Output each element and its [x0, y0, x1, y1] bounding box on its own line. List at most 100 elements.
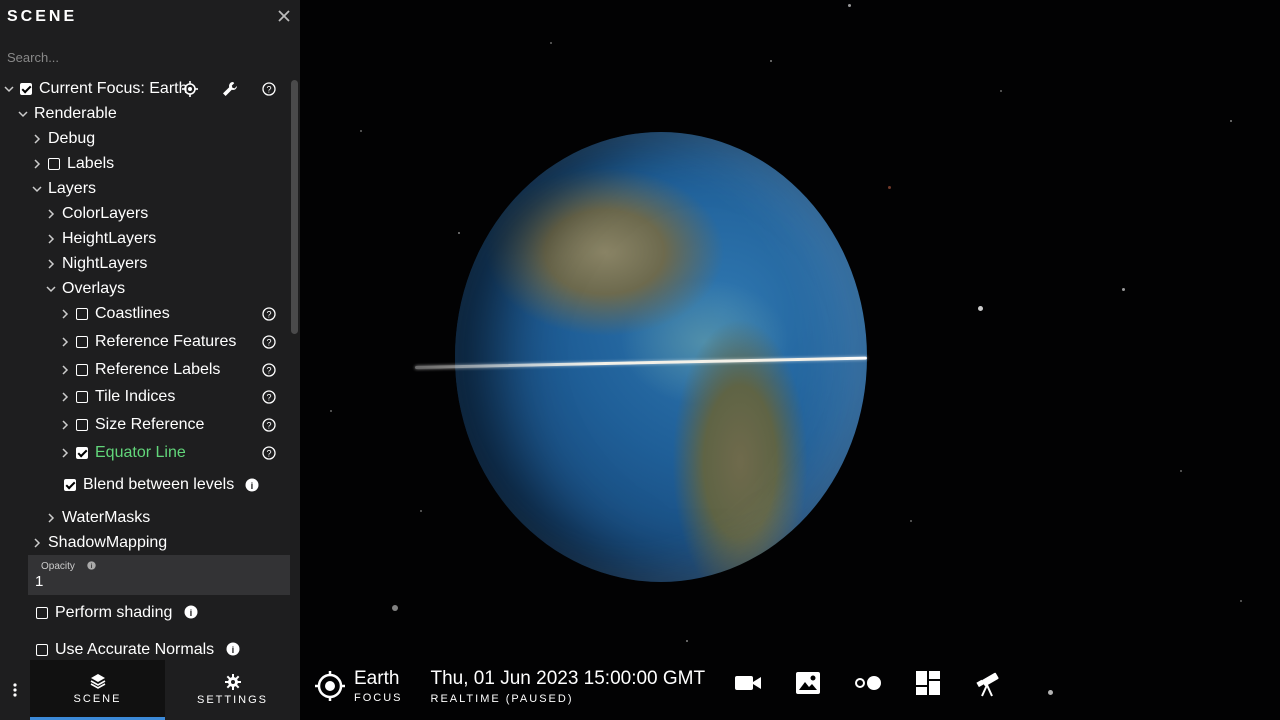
chevron-right-icon[interactable] [46, 209, 56, 219]
chevron-down-icon[interactable] [32, 184, 42, 194]
chevron-right-icon[interactable] [60, 309, 70, 319]
time-display[interactable]: Thu, 01 Jun 2023 15:00:00 GMT REALTIME (… [431, 668, 706, 705]
coastlines-checkbox[interactable] [76, 308, 88, 320]
tree-item-current-focus[interactable]: Current Focus: Earth [4, 77, 188, 101]
wrench-icon[interactable] [222, 81, 238, 97]
tab-scene[interactable]: SCENE [30, 660, 165, 720]
tree-item-water-masks[interactable]: WaterMasks [46, 506, 150, 530]
chevron-down-icon[interactable] [18, 109, 28, 119]
blend-checkbox[interactable] [64, 479, 76, 491]
camera-button[interactable] [731, 666, 765, 700]
layers-icon [90, 673, 105, 689]
chevron-right-icon[interactable] [32, 134, 42, 144]
tree-item-color-layers[interactable]: ColorLayers [46, 202, 148, 226]
chevron-right-icon[interactable] [46, 259, 56, 269]
space-viewport[interactable]: Earth FOCUS Thu, 01 Jun 2023 15:00:00 GM… [300, 0, 1280, 720]
star [1180, 470, 1182, 472]
sky-browser-button[interactable] [971, 666, 1005, 700]
image-icon [796, 672, 820, 694]
tree-item-layers[interactable]: Layers [32, 177, 96, 201]
svg-text:?: ? [266, 338, 271, 348]
help-icon[interactable]: ? [262, 335, 276, 349]
tree-item-coastlines[interactable]: Coastlines [60, 302, 170, 326]
chevron-right-icon[interactable] [46, 234, 56, 244]
star [770, 60, 772, 62]
panels-button[interactable] [911, 666, 945, 700]
info-icon[interactable]: i [226, 642, 240, 656]
tree-item-night-layers[interactable]: NightLayers [46, 252, 147, 276]
chevron-right-icon[interactable] [60, 392, 70, 402]
exoplanets-button[interactable] [851, 666, 885, 700]
setting-label: Use Accurate Normals [55, 641, 215, 658]
tree-item-reference-features[interactable]: Reference Features [60, 330, 236, 354]
search-input[interactable] [7, 48, 277, 66]
chevron-down-icon[interactable] [46, 284, 56, 294]
info-icon[interactable]: i [184, 605, 198, 619]
help-icon[interactable]: ? [262, 307, 276, 321]
tree-label: Reference Labels [95, 361, 221, 378]
opacity-input[interactable] [35, 573, 235, 590]
opacity-label: Opacity [41, 561, 75, 572]
opacity-field[interactable]: Opacity i [28, 555, 290, 595]
sidebar-scrollbar-thumb[interactable] [291, 80, 298, 334]
accurate-normals-checkbox[interactable] [36, 644, 48, 656]
chevron-right-icon[interactable] [60, 448, 70, 458]
app-root: Earth FOCUS Thu, 01 Jun 2023 15:00:00 GM… [0, 0, 1280, 720]
tree-item-debug[interactable]: Debug [32, 127, 95, 151]
more-vertical-icon[interactable] [8, 680, 22, 700]
tree-item-renderable[interactable]: Renderable [18, 102, 117, 126]
star [910, 520, 912, 522]
star [686, 640, 688, 642]
tree-item-height-layers[interactable]: HeightLayers [46, 227, 156, 251]
svg-text:i: i [251, 481, 254, 492]
labels-checkbox[interactable] [48, 158, 60, 170]
tree-item-reference-labels[interactable]: Reference Labels [60, 358, 220, 382]
chevron-right-icon[interactable] [32, 538, 42, 548]
svg-text:?: ? [266, 85, 271, 95]
chevron-right-icon[interactable] [60, 365, 70, 375]
svg-text:?: ? [266, 366, 271, 376]
chevron-right-icon[interactable] [46, 513, 56, 523]
help-icon[interactable]: ? [262, 446, 276, 460]
chevron-right-icon[interactable] [32, 159, 42, 169]
tree-item-size-reference[interactable]: Size Reference [60, 413, 204, 437]
focus-selector[interactable]: Earth FOCUS [314, 668, 403, 704]
focus-target-icon[interactable] [182, 81, 198, 97]
use-accurate-normals-toggle[interactable]: Use Accurate Normals [36, 638, 214, 660]
screenshot-button[interactable] [791, 666, 825, 700]
close-icon[interactable] [276, 8, 292, 24]
help-icon[interactable]: ? [262, 390, 276, 404]
blend-between-levels-toggle[interactable]: Blend between levels [64, 473, 234, 497]
focus-name: Earth [354, 668, 400, 689]
star [1240, 600, 1242, 602]
star [1000, 90, 1002, 92]
tree-item-shadow-mapping[interactable]: ShadowMapping [32, 531, 167, 555]
tree-label: Equator Line [95, 444, 186, 461]
help-icon[interactable]: ? [262, 363, 276, 377]
help-icon[interactable]: ? [262, 418, 276, 432]
tile-indices-checkbox[interactable] [76, 391, 88, 403]
chevron-down-icon[interactable] [4, 84, 14, 94]
tree-item-overlays[interactable]: Overlays [46, 277, 125, 301]
perform-shading-toggle[interactable]: Perform shading [36, 601, 172, 625]
current-focus-checkbox[interactable] [20, 83, 32, 95]
star [1122, 288, 1125, 291]
perform-shading-checkbox[interactable] [36, 607, 48, 619]
reference-labels-checkbox[interactable] [76, 364, 88, 376]
chevron-right-icon[interactable] [60, 337, 70, 347]
size-reference-checkbox[interactable] [76, 419, 88, 431]
chevron-right-icon[interactable] [60, 420, 70, 430]
tab-settings[interactable]: SETTINGS [165, 660, 300, 720]
tree-item-equator-line[interactable]: Equator Line [60, 441, 186, 465]
info-icon[interactable]: i [87, 561, 96, 570]
svg-text:?: ? [266, 449, 271, 459]
tree-item-labels[interactable]: Labels [32, 152, 114, 176]
equator-line-checkbox[interactable] [76, 447, 88, 459]
help-icon[interactable]: ? [262, 82, 276, 96]
info-icon[interactable]: i [245, 478, 259, 492]
setting-label: Perform shading [55, 604, 173, 621]
tree-item-tile-indices[interactable]: Tile Indices [60, 385, 175, 409]
tree-label: HeightLayers [62, 230, 157, 247]
reference-features-checkbox[interactable] [76, 336, 88, 348]
gear-icon [224, 674, 241, 690]
